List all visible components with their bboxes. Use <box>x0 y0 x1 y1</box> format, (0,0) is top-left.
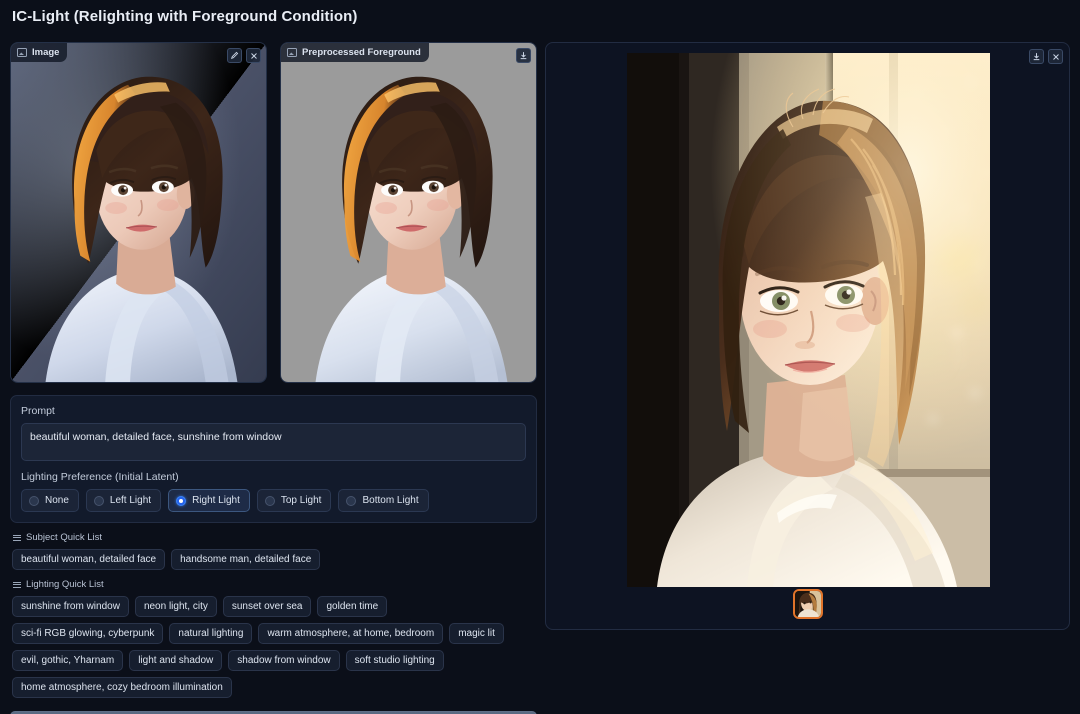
lighting-option-label: Top Light <box>281 495 322 506</box>
lighting-tag[interactable]: sunshine from window <box>12 596 129 617</box>
input-image <box>11 43 266 382</box>
lighting-tag[interactable]: warm atmosphere, at home, bedroom <box>258 623 443 644</box>
lighting-tag[interactable]: golden time <box>317 596 387 617</box>
left-column: Image <box>10 42 537 714</box>
lighting-option-left-light[interactable]: Left Light <box>86 489 161 512</box>
prompt-input[interactable] <box>21 423 526 461</box>
image-icon <box>287 48 297 57</box>
prompt-label: Prompt <box>21 405 526 417</box>
input-card-label-text: Image <box>32 47 59 58</box>
lighting-preference-group: Lighting Preference (Initial Latent) Non… <box>21 471 526 512</box>
preprocessed-card-label: Preprocessed Foreground <box>281 43 429 62</box>
list-icon <box>13 535 21 541</box>
lighting-tag[interactable]: neon light, city <box>135 596 217 617</box>
image-cards-row: Image <box>10 42 537 383</box>
lighting-quick-list-tags: sunshine from window neon light, city su… <box>12 596 537 698</box>
lighting-option-bottom-light[interactable]: Bottom Light <box>338 489 428 512</box>
lighting-option-label: Bottom Light <box>362 495 418 506</box>
radio-dot <box>346 496 356 506</box>
lighting-tag[interactable]: light and shadow <box>129 650 222 671</box>
preprocessed-card-tools <box>516 48 531 63</box>
lighting-radio-row: None Left Light Right Light Top Light <box>21 489 526 512</box>
input-image-card[interactable]: Image <box>10 42 267 383</box>
lighting-option-label: Left Light <box>110 495 151 506</box>
close-icon[interactable] <box>246 48 261 63</box>
lighting-tag[interactable]: natural lighting <box>169 623 252 644</box>
lighting-tag[interactable]: sunset over sea <box>223 596 312 617</box>
lighting-tag[interactable]: magic lit <box>449 623 504 644</box>
lighting-tag[interactable]: soft studio lighting <box>346 650 444 671</box>
result-gallery <box>545 42 1070 630</box>
lighting-tag[interactable]: sci-fi RGB glowing, cyberpunk <box>12 623 163 644</box>
pencil-icon[interactable] <box>227 48 242 63</box>
image-icon <box>17 48 27 57</box>
right-column <box>545 42 1070 630</box>
input-card-label: Image <box>11 43 67 62</box>
lighting-option-none[interactable]: None <box>21 489 79 512</box>
result-image[interactable] <box>627 53 990 587</box>
preprocessed-image-card[interactable]: Preprocessed Foreground <box>280 42 537 383</box>
lighting-preference-label: Lighting Preference (Initial Latent) <box>21 471 526 483</box>
lighting-option-label: Right Light <box>192 495 240 506</box>
settings-panel: Prompt Lighting Preference (Initial Late… <box>10 395 537 523</box>
lighting-tag[interactable]: home atmosphere, cozy bedroom illuminati… <box>12 677 232 698</box>
list-icon <box>13 582 21 588</box>
download-icon[interactable] <box>1029 49 1044 64</box>
subject-quick-list-title: Subject Quick List <box>26 532 102 543</box>
radio-dot <box>265 496 275 506</box>
subject-tag[interactable]: handsome man, detailed face <box>171 549 320 570</box>
lighting-option-top-light[interactable]: Top Light <box>257 489 332 512</box>
lighting-option-right-light[interactable]: Right Light <box>168 489 250 512</box>
lighting-tag[interactable]: evil, gothic, Yharnam <box>12 650 123 671</box>
preprocessed-card-label-text: Preprocessed Foreground <box>302 47 421 58</box>
page-title: IC-Light (Relighting with Foreground Con… <box>12 8 357 25</box>
lighting-option-label: None <box>45 495 69 506</box>
radio-dot-selected <box>176 496 186 506</box>
subject-quick-list-tags: beautiful woman, detailed face handsome … <box>12 549 537 570</box>
close-icon[interactable] <box>1048 49 1063 64</box>
lighting-quick-list-header: Lighting Quick List <box>13 579 537 590</box>
radio-dot <box>94 496 104 506</box>
subject-quick-list-header: Subject Quick List <box>13 532 537 543</box>
download-icon[interactable] <box>516 48 531 63</box>
lighting-quick-list-title: Lighting Quick List <box>26 579 104 590</box>
preprocessed-image <box>281 43 536 382</box>
app-root: IC-Light (Relighting with Foreground Con… <box>0 0 1080 714</box>
gallery-thumbnail-strip <box>546 589 1069 619</box>
gallery-tools <box>1029 49 1063 64</box>
gallery-thumbnail[interactable] <box>793 589 823 619</box>
input-card-tools <box>227 48 261 63</box>
subject-tag[interactable]: beautiful woman, detailed face <box>12 549 165 570</box>
lighting-tag[interactable]: shadow from window <box>228 650 339 671</box>
radio-dot <box>29 496 39 506</box>
